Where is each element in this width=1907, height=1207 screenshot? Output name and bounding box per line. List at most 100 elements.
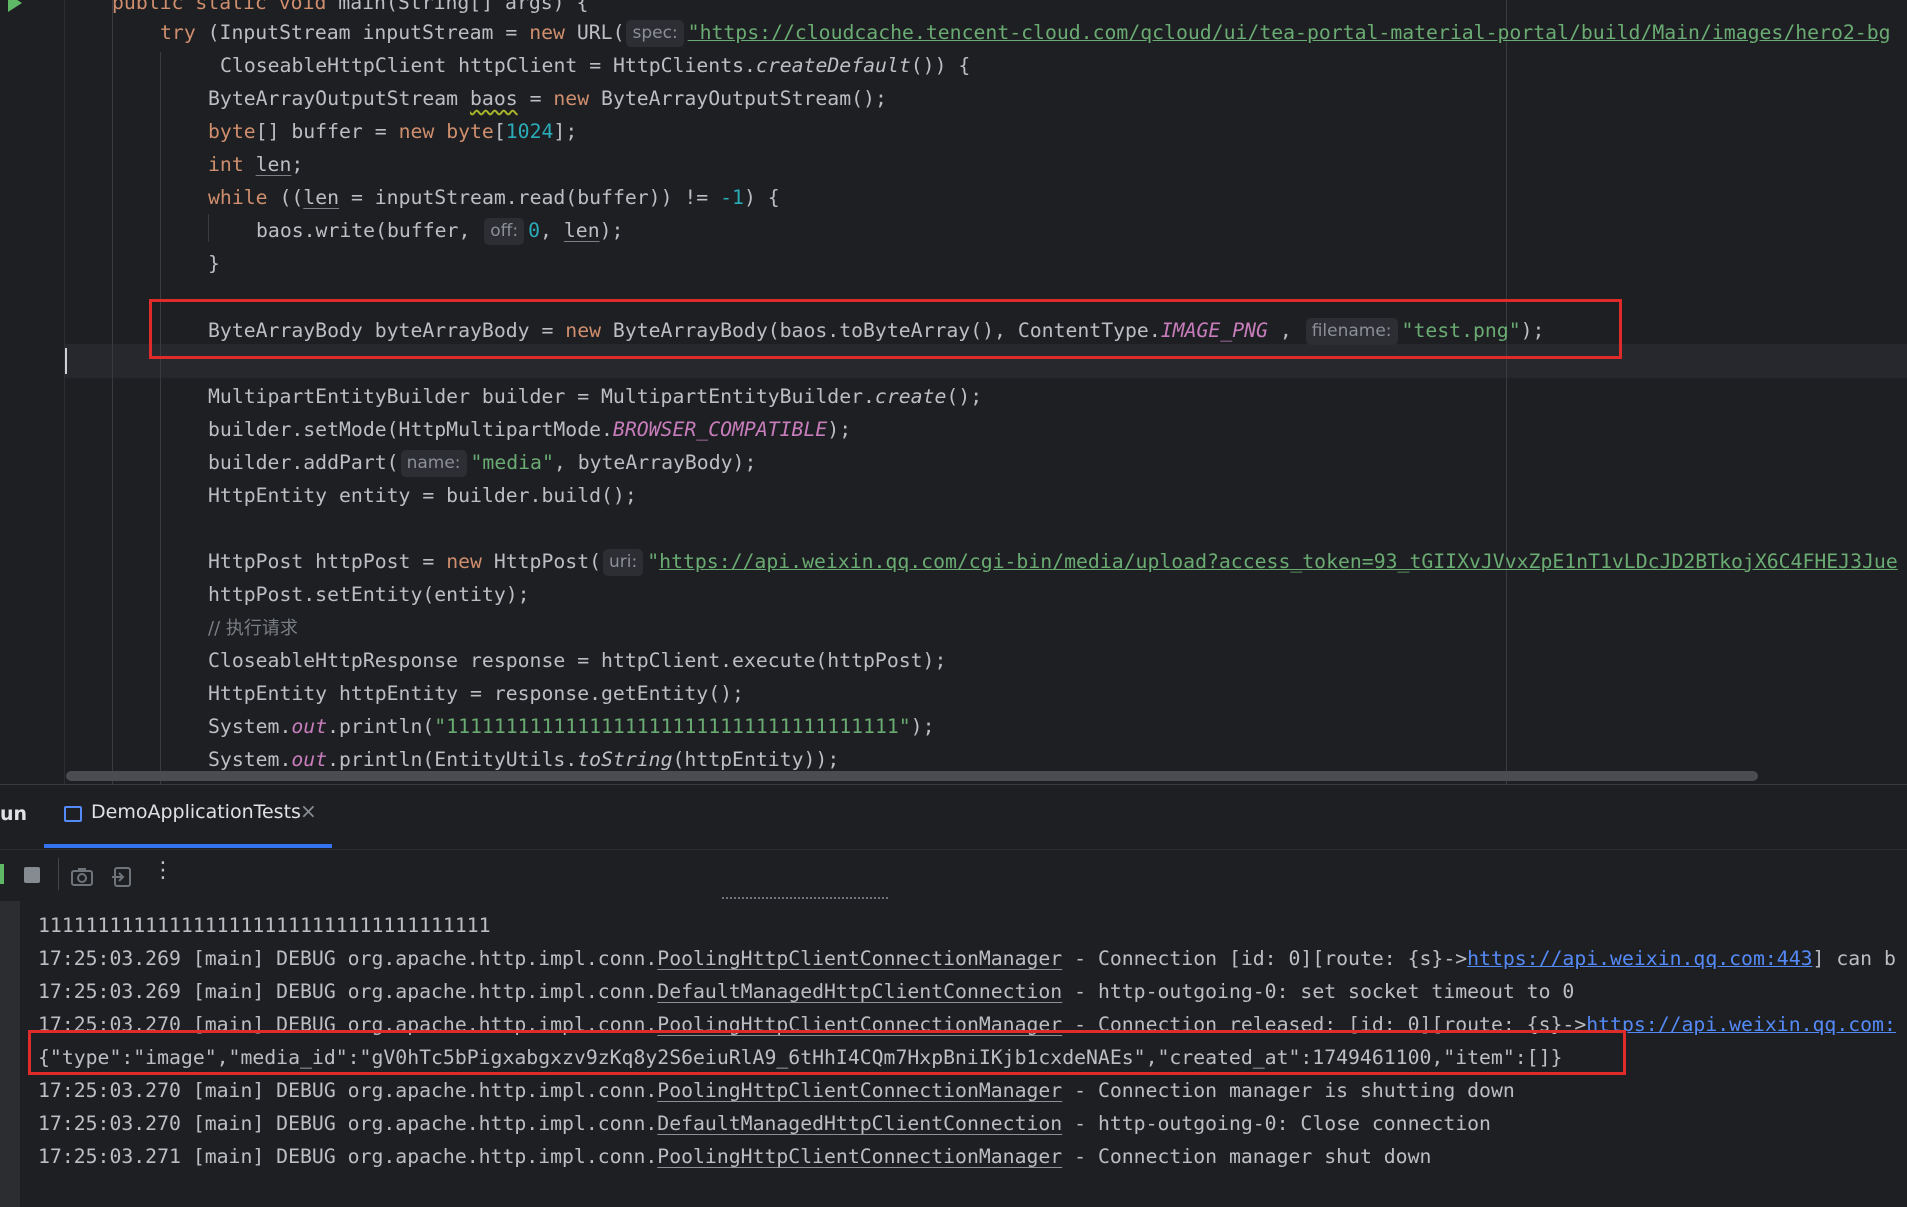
code-token: new [446, 550, 494, 573]
code-token: new [398, 120, 447, 143]
code-line: CloseableHttpClient httpClient = HttpCli… [220, 49, 970, 82]
code-line: // 执行请求 [208, 611, 298, 644]
code-token: (httpEntity)); [672, 748, 840, 771]
run-panel: un DemoApplicationTests × ⋮ 111111111111… [0, 784, 1907, 1207]
code-token: 17:25:03.271 [main] DEBUG org.apache.htt… [38, 1145, 658, 1168]
code-line: ByteArrayOutputStream baos = new ByteArr… [208, 82, 887, 115]
indent-guide [160, 52, 161, 784]
resize-handle[interactable] [722, 897, 888, 899]
run-config-icon [64, 806, 82, 822]
code-token: baos.write(buffer, [256, 219, 483, 242]
code-line: httpPost.setEntity(entity); [208, 578, 530, 611]
stop-icon[interactable] [24, 867, 40, 883]
parameter-hint: name: [400, 450, 467, 477]
restore-layout-icon[interactable] [110, 862, 134, 892]
link-text[interactable]: "https://cloudcache.tencent-cloud.com/qc… [688, 21, 1891, 44]
code-token: int [208, 153, 256, 176]
code-token: (); [946, 385, 983, 408]
code-token: // 执行请求 [208, 618, 298, 639]
code-token: out [291, 715, 328, 738]
code-token: MultipartEntityBuilder builder = Multipa… [208, 385, 875, 408]
parameter-hint: uri: [603, 549, 644, 576]
code-token: builder.setMode(HttpMultipartMode. [208, 418, 613, 441]
code-line: HttpEntity httpEntity = response.getEnti… [208, 677, 744, 710]
horizontal-scrollbar[interactable] [66, 771, 1758, 781]
code-token: create [874, 385, 947, 408]
code-token: [] buffer = [255, 120, 399, 143]
code-token: static [195, 0, 279, 14]
console-line: 17:25:03.270 [main] DEBUG org.apache.htt… [38, 1107, 1491, 1140]
code-token: CloseableHttpResponse response = httpCli… [208, 649, 947, 672]
code-token: ByteArrayOutputStream [208, 87, 471, 110]
code-token: ) { [743, 186, 780, 209]
code-line: int len; [208, 148, 303, 181]
code-line: CloseableHttpResponse response = httpCli… [208, 644, 946, 677]
close-tab-button[interactable]: × [300, 799, 317, 823]
run-tool-window-label: un [0, 803, 28, 825]
code-token: try [160, 21, 208, 44]
run-main-icon[interactable] [8, 0, 22, 12]
code-token: 17:25:03.269 [main] DEBUG org.apache.htt… [38, 947, 658, 970]
code-token: " [647, 550, 660, 573]
code-token: HttpEntity httpEntity = response.getEnti… [208, 682, 744, 705]
code-token: HttpEntity entity = builder.build(); [208, 484, 637, 507]
code-token: - http-outgoing-0: set socket timeout to… [1062, 980, 1575, 1003]
code-token: PoolingHttpClientConnectionManager [657, 947, 1063, 970]
code-token: byte [446, 120, 494, 143]
code-line: HttpEntity entity = builder.build(); [208, 479, 637, 512]
highlight-box-bytearraybody [149, 299, 1622, 359]
code-token: URL( [576, 21, 625, 44]
code-token: createDefault [755, 54, 911, 77]
code-token: CloseableHttpClient httpClient = HttpCli… [220, 54, 756, 77]
code-token: [ [493, 120, 506, 143]
code-token: new [529, 21, 577, 44]
link-text[interactable]: https://api.weixin.qq.com/cgi-bin/media/… [659, 550, 1898, 573]
code-token: - Connection manager shut down [1062, 1145, 1432, 1168]
code-token: 17:25:03.269 [main] DEBUG org.apache.htt… [38, 980, 658, 1003]
code-token: PoolingHttpClientConnectionManager [657, 1079, 1063, 1102]
code-token: public [112, 0, 196, 14]
more-options-icon[interactable]: ⋮ [152, 858, 174, 888]
editor-gutter[interactable] [0, 0, 65, 784]
code-token: len [563, 219, 600, 242]
tab-label: DemoApplicationTests [91, 801, 301, 823]
code-line: try (InputStream inputStream = new URL(s… [160, 16, 1891, 49]
code-token: -1 [720, 186, 744, 209]
rerun-icon[interactable] [0, 864, 4, 884]
code-line: MultipartEntityBuilder builder = Multipa… [208, 380, 982, 413]
code-token: ); [910, 715, 935, 738]
console-line: 17:25:03.269 [main] DEBUG org.apache.htt… [38, 942, 1896, 975]
parameter-hint: spec: [626, 20, 684, 47]
indent-guide [112, 0, 113, 784]
code-token: .println( [327, 715, 435, 738]
code-token: (InputStream inputStream = [207, 21, 530, 44]
code-token: "media" [470, 451, 554, 474]
code-token: byte [208, 120, 256, 143]
code-token: 1024 [505, 120, 554, 143]
code-token: ()) { [910, 54, 971, 77]
code-editor[interactable]: public static void main(String[] args) {… [0, 0, 1907, 784]
code-token: = inputStream.read(buffer)) != [339, 186, 721, 209]
code-token: (String[] args) { [385, 0, 589, 14]
tab-demo-application-tests[interactable]: DemoApplicationTests × [44, 785, 332, 848]
code-token: ); [599, 219, 624, 242]
code-line: HttpPost httpPost = new HttpPost(uri: "ht… [208, 545, 1898, 578]
code-line: builder.setMode(HttpMultipartMode.BROWSE… [208, 413, 851, 446]
code-token: new [553, 87, 602, 110]
code-token: HttpPost httpPost = [208, 550, 447, 573]
code-token: , byteArrayBody); [553, 451, 757, 474]
camera-icon[interactable] [70, 862, 94, 892]
code-token: BROWSER_COMPATIBLE [612, 418, 828, 441]
code-token: httpPost.setEntity(entity); [208, 583, 530, 606]
code-token: DefaultManagedHttpClientConnection [657, 980, 1063, 1003]
link-text[interactable]: https://api.weixin.qq.com:443 [1467, 947, 1812, 970]
link-text[interactable]: https://api.weixin.qq.com: [1586, 1013, 1896, 1036]
code-token: len [255, 153, 292, 176]
highlight-box-json-response [28, 1030, 1626, 1075]
code-token: "11111111111111111111111111111111111111" [434, 715, 911, 738]
code-token: baos [470, 87, 518, 110]
code-token: 0 [528, 219, 541, 242]
indent-guide [208, 214, 209, 242]
code-token: - Connection manager is shutting down [1062, 1079, 1515, 1102]
code-token: } [208, 252, 220, 275]
